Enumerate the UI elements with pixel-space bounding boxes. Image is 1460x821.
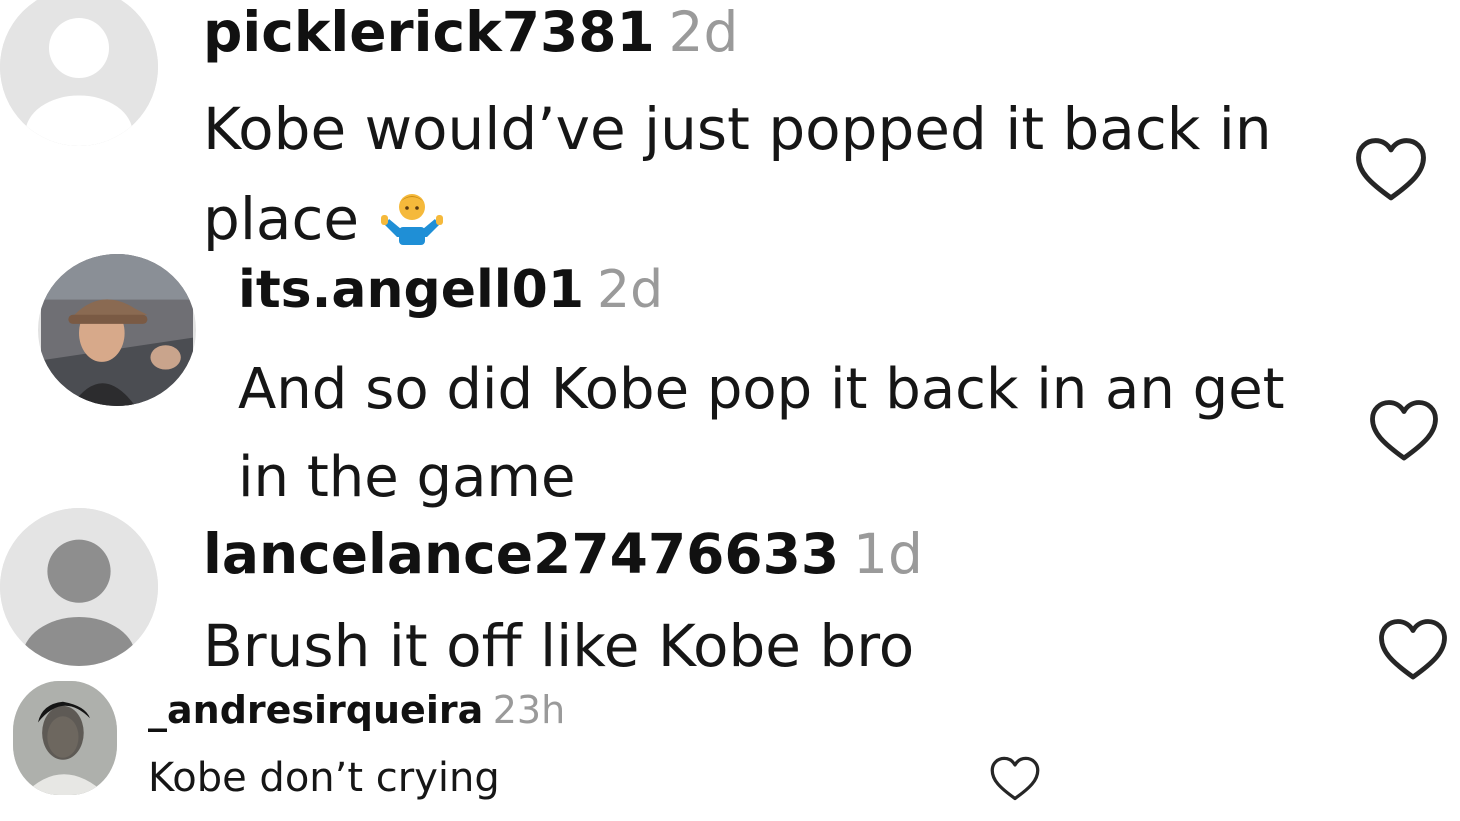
- like-button[interactable]: [1376, 617, 1450, 683]
- username[interactable]: picklerick7381: [203, 0, 655, 64]
- timestamp: 2d: [668, 0, 739, 64]
- comment-header: _andresirqueira 23h: [148, 688, 565, 732]
- avatar-photo[interactable]: [38, 254, 196, 406]
- like-button[interactable]: [1367, 398, 1441, 464]
- username[interactable]: its.angell01: [238, 260, 584, 320]
- timestamp: 23h: [492, 688, 566, 732]
- profile-photo-icon: [41, 254, 193, 406]
- comment-text: Kobe would’ve just popped it back in pla…: [203, 84, 1303, 264]
- person-shrugging-emoji: [377, 182, 447, 245]
- avatar-default[interactable]: [0, 508, 158, 666]
- username[interactable]: lancelance27476633: [203, 522, 839, 586]
- comment-header: its.angell01 2d: [238, 260, 663, 320]
- timestamp: 2d: [597, 260, 664, 320]
- timestamp: 1d: [852, 522, 923, 586]
- comment-header: lancelance27476633 1d: [203, 522, 923, 586]
- like-button[interactable]: [1353, 136, 1429, 204]
- heart-outline-icon: [1370, 400, 1438, 461]
- comment-text: Kobe don’t crying: [148, 755, 500, 801]
- heart-outline-icon: [990, 756, 1040, 801]
- comment-text-content: Kobe would’ve just popped it back in pla…: [203, 95, 1272, 253]
- comment-header: picklerick7381 2d: [203, 0, 738, 64]
- avatar-default[interactable]: [0, 0, 158, 146]
- heart-outline-icon: [1356, 138, 1426, 201]
- profile-photo-icon: [13, 681, 117, 795]
- username[interactable]: _andresirqueira: [148, 688, 483, 732]
- comment-text: And so did Kobe pop it back in an get in…: [238, 357, 1285, 510]
- avatar-photo[interactable]: [13, 681, 117, 795]
- comment-text: Brush it off like Kobe bro: [203, 612, 915, 680]
- like-button[interactable]: [989, 755, 1041, 803]
- heart-outline-icon: [1379, 619, 1447, 680]
- person-silhouette-icon: [0, 508, 158, 666]
- person-silhouette-icon: [0, 0, 158, 146]
